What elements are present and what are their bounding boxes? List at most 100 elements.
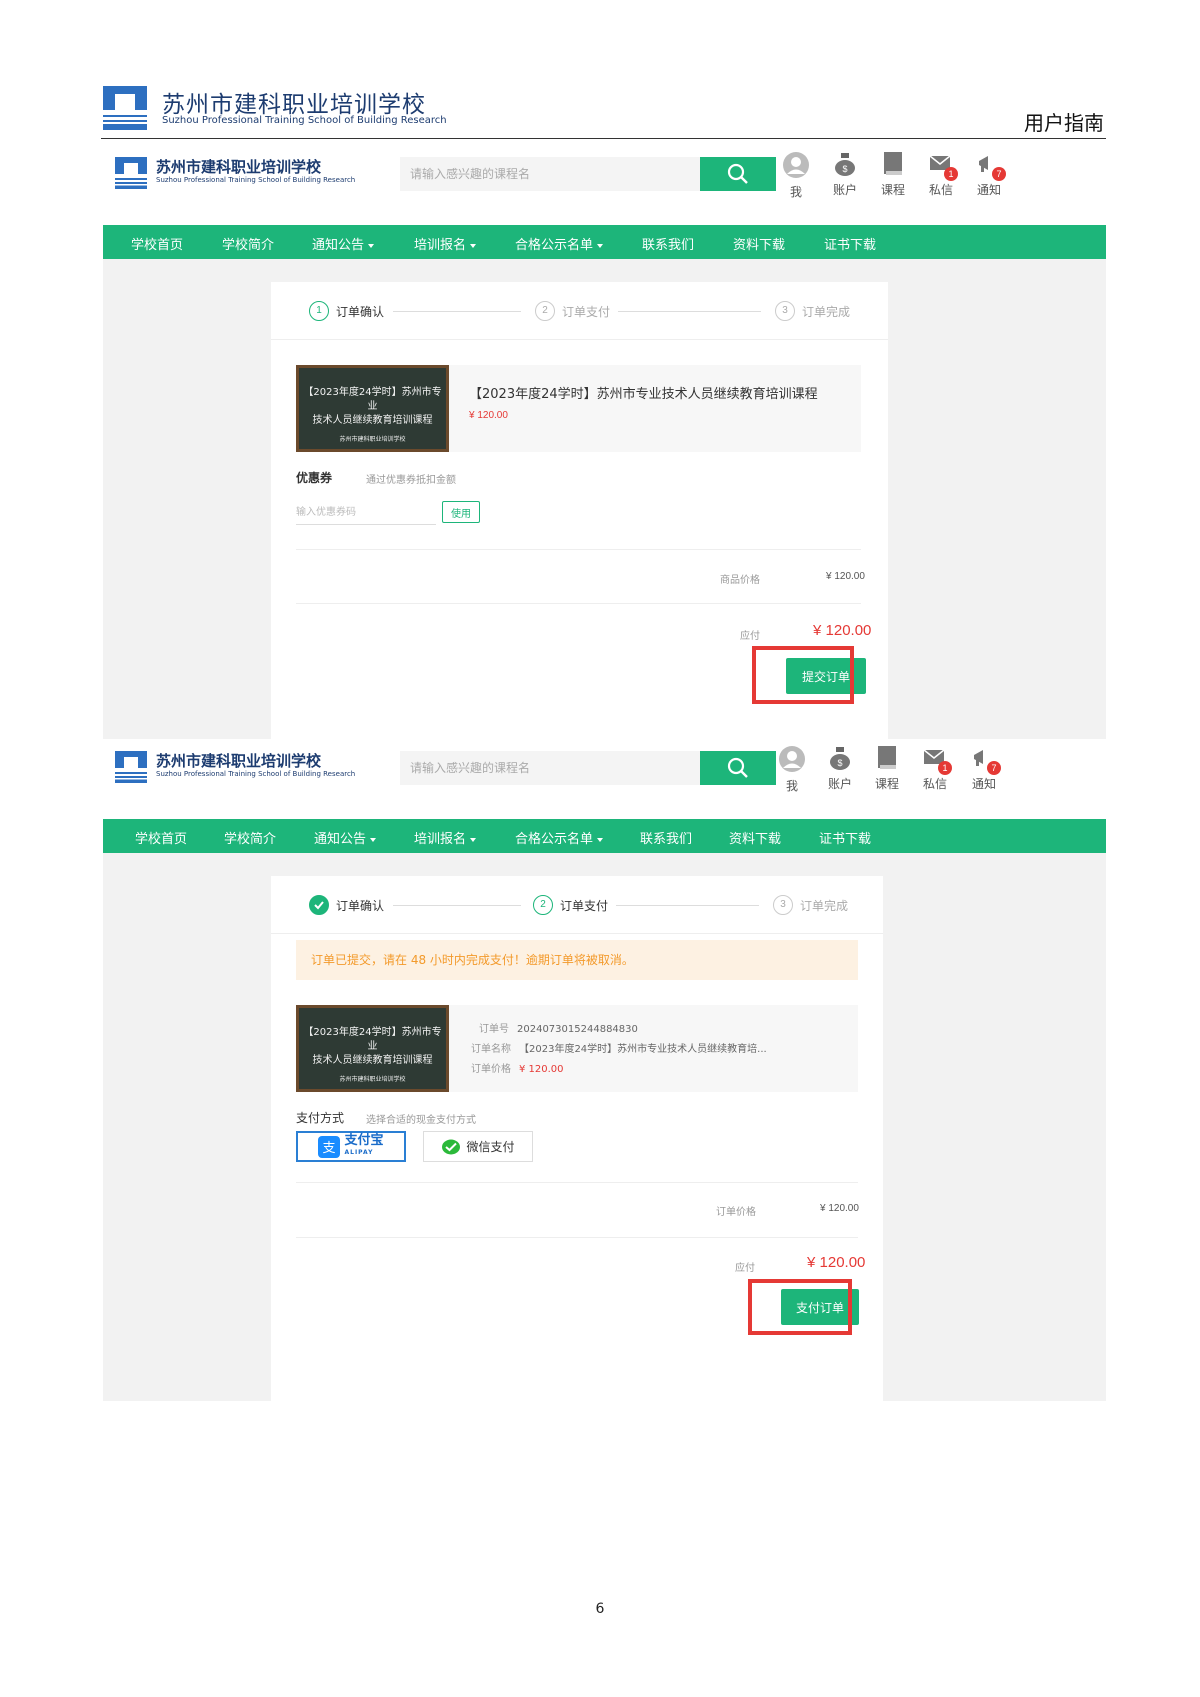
nav-contact[interactable]: 联系我们 [640,828,692,847]
divider [296,549,861,550]
search-icon [727,757,748,778]
user-icon [783,152,809,178]
step-1-marker [309,895,329,915]
course-thumbnail[interactable]: 【2023年度24学时】苏州市专业 技术人员继续教育培训课程 苏州市建科职业培训… [296,1005,449,1092]
site-logo-icon[interactable] [115,751,147,783]
chevron-down-icon [368,243,375,248]
page-number: 6 [595,1601,605,1617]
nav-home[interactable]: 学校首页 [131,234,183,253]
header-notices-label: 通知 [976,183,1001,197]
book-icon [878,746,896,769]
header-messages-label: 私信 [922,777,947,791]
site-logo-text[interactable]: 苏州市建科职业培训学校 [156,156,321,177]
nav-certificates[interactable]: 证书下载 [824,234,876,253]
header-account-label: 账户 [827,777,852,791]
coupon-code-input[interactable] [296,501,436,525]
money-bag-icon: $ [835,153,855,176]
chevron-down-icon [597,837,604,842]
alipay-label: 支付宝 [344,1132,384,1148]
step-2-label: 订单支付 [562,305,611,319]
header-messages-label: 私信 [928,183,953,197]
order-number: 2024073015244884830 [517,1024,638,1035]
step-1-label: 订单确认 [336,899,385,913]
due-amount: ¥ 120.00 [807,1254,866,1271]
header-me[interactable]: 我 [776,151,816,203]
screenshot-order-confirm: 苏州市建科职业培训学校 Suzhou Professional Training… [103,149,1106,739]
order-name-label: 订单名称 [471,1044,511,1055]
coupon-note: 通过优惠券抵扣金额 [366,475,456,486]
guide-title: 用户指南 [1024,111,1104,135]
site-logo-subtext: Suzhou Professional Training School of B… [156,770,356,778]
use-coupon-button[interactable]: 使用 [442,501,480,523]
divider [296,1182,858,1183]
svg-text:支: 支 [323,1141,336,1156]
nav-about[interactable]: 学校简介 [222,234,274,253]
course-item: 【2023年度24学时】苏州市专业 技术人员继续教育培训课程 苏州市建科职业培训… [296,365,861,452]
nav-certificates[interactable]: 证书下载 [819,828,871,847]
order-name-row: 订单名称 【2023年度24学时】苏州市专业技术人员继续教育培... [471,1040,767,1055]
wechat-pay-label: 微信支付 [466,1140,515,1154]
nav-enroll[interactable]: 培训报名 [414,828,477,847]
order-price-label: 订单价格 [471,1064,511,1075]
chevron-down-icon [470,837,477,842]
due-label: 应付 [735,1263,755,1274]
thumb-line-3: 苏州市建科职业培训学校 [339,436,406,443]
nav-downloads[interactable]: 资料下载 [729,828,781,847]
site-logo-text[interactable]: 苏州市建科职业培训学校 [156,750,321,771]
thumb-line-2: 技术人员继续教育培训课程 [312,415,433,426]
nav-notices[interactable]: 通知公告 [312,234,375,253]
header-account[interactable]: $ 账户 [820,745,860,797]
alipay-option[interactable]: 支 支付宝 ALIPAY [296,1131,406,1162]
search-input[interactable] [400,157,700,191]
nav-qualified-list-label: 合格公示名单 [515,832,594,847]
order-number-row: 订单号 2024073015244884830 [479,1020,638,1035]
step-2-label: 订单支付 [560,899,609,913]
main-nav: 学校首页 学校简介 通知公告 培训报名 合格公示名单 联系我们 资料下载 证书下… [103,819,1106,853]
goods-price-value: ¥ 120.00 [826,571,865,582]
step-1-label: 订单确认 [336,305,385,319]
screenshot-order-payment: 苏州市建科职业培训学校 Suzhou Professional Training… [103,743,1106,1401]
divider [296,603,861,604]
nav-home[interactable]: 学校首页 [135,828,187,847]
order-total-value: ¥ 120.00 [820,1203,859,1214]
check-icon [314,901,324,910]
step-3-marker: 3 [775,301,795,321]
search-button[interactable] [700,157,776,191]
step-2-marker: 2 [533,895,553,915]
search-button[interactable] [700,751,776,785]
messages-badge: 1 [938,761,952,775]
order-number-label: 订单号 [479,1024,509,1035]
wechat-pay-option[interactable]: 微信支付 [423,1131,533,1162]
header-messages[interactable]: 1 私信 [915,745,955,797]
nav-contact[interactable]: 联系我们 [642,234,694,253]
header-notices[interactable]: 7 通知 [969,151,1009,203]
svg-text:$: $ [837,758,842,768]
thumb-line-1: 【2023年度24学时】苏州市专业 [303,1027,442,1052]
course-price: ¥ 120.00 [469,410,508,421]
header-me[interactable]: 我 [772,745,812,797]
nav-notices[interactable]: 通知公告 [314,828,377,847]
header-course[interactable]: 课程 [867,745,907,797]
header-course[interactable]: 课程 [873,151,913,203]
nav-qualified-list[interactable]: 合格公示名单 [515,234,604,253]
step-connector [393,905,521,906]
notices-badge: 7 [992,167,1006,181]
nav-about[interactable]: 学校简介 [224,828,276,847]
header-account[interactable]: $ 账户 [825,151,865,203]
order-steps: 1 订单确认 2 订单支付 3 订单完成 [271,282,888,340]
header-messages[interactable]: 1 私信 [921,151,961,203]
header-notices[interactable]: 7 通知 [964,745,1004,797]
course-title[interactable]: 【2023年度24学时】苏州市专业技术人员继续教育培训课程 [469,383,818,402]
nav-notices-label: 通知公告 [314,832,367,847]
site-logo-icon[interactable] [115,157,147,189]
nav-enroll-label: 培训报名 [414,832,467,847]
chevron-down-icon [470,243,477,248]
thumb-line-2: 技术人员继续教育培训课程 [312,1055,433,1066]
search-input[interactable] [400,751,700,785]
course-thumbnail[interactable]: 【2023年度24学时】苏州市专业 技术人员继续教育培训课程 苏州市建科职业培训… [296,365,449,452]
order-item: 【2023年度24学时】苏州市专业 技术人员继续教育培训课程 苏州市建科职业培训… [296,1005,858,1092]
site-header: 苏州市建科职业培训学校 Suzhou Professional Training… [103,743,1106,819]
nav-qualified-list[interactable]: 合格公示名单 [515,828,604,847]
nav-enroll[interactable]: 培训报名 [414,234,477,253]
nav-downloads[interactable]: 资料下载 [733,234,785,253]
